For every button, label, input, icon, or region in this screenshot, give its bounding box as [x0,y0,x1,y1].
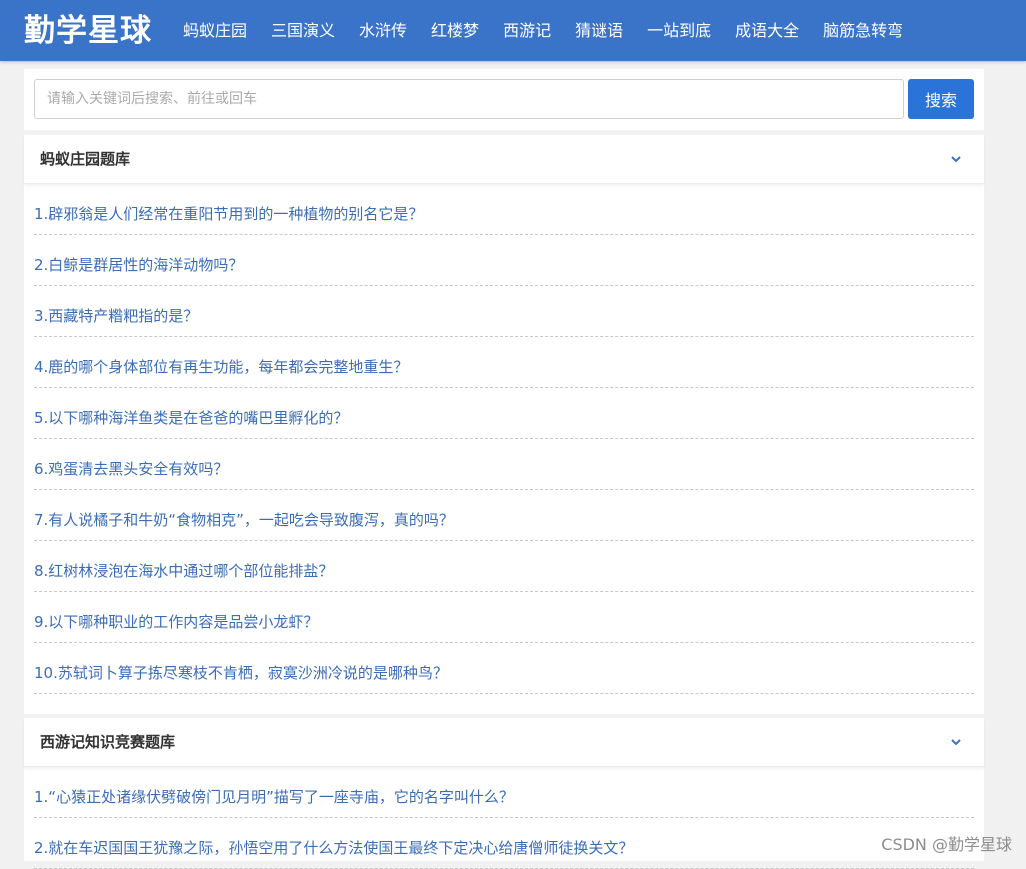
main-nav: 蚂蚁庄园 三国演义 水浒传 红楼梦 西游记 猜谜语 一站到底 成语大全 脑筋急转… [171,0,915,61]
section-header[interactable]: 蚂蚁庄园题库 [24,135,984,184]
question-link[interactable]: 8.红树林浸泡在海水中通过哪个部位能排盐？ [34,560,333,581]
nav-link-brain-teasers[interactable]: 脑筋急转弯 [811,0,915,61]
csdn-watermark: CSDN @勤学星球 [881,835,1012,854]
nav-link-ant-farm[interactable]: 蚂蚁庄园 [171,0,259,61]
nav-link-journey-west[interactable]: 西游记 [491,0,563,61]
question-link[interactable]: 4.鹿的哪个身体部位有再生功能，每年都会完整地重生？ [34,356,408,377]
section-footer-space [24,694,984,714]
list-item: 1.“心猿正处诸缘伏劈破傍门见月明”描写了一座寺庙，它的名字叫什么？ [34,767,974,818]
list-item: 10.苏轼词卜算子拣尽寒枝不肯栖，寂寞沙洲冷说的是哪种鸟？ [34,643,974,694]
list-item: 7.有人说橘子和牛奶“食物相克”，一起吃会导致腹泻，真的吗？ [34,490,974,541]
question-list: 1.辟邪翁是人们经常在重阳节用到的一种植物的别名它是？ 2.白鲸是群居性的海洋动… [24,184,984,694]
list-item: 8.红树林浸泡在海水中通过哪个部位能排盐？ [34,541,974,592]
list-item: 3.西藏特产糌粑指的是？ [34,286,974,337]
nav-link-idioms[interactable]: 成语大全 [723,0,811,61]
section-ant-farm: 蚂蚁庄园题库 1.辟邪翁是人们经常在重阳节用到的一种植物的别名它是？ 2.白鲸是… [24,135,984,714]
search-panel: 搜索 [24,69,984,130]
nav-link-red-chamber[interactable]: 红楼梦 [419,0,491,61]
list-item: 9.以下哪种职业的工作内容是品尝小龙虾？ [34,592,974,643]
nav-link-riddles[interactable]: 猜谜语 [563,0,635,61]
list-item: 2.就在车迟国国王犹豫之际，孙悟空用了什么方法使国王最终下定决心给唐僧师徒换关文… [34,818,974,869]
search-input[interactable] [34,79,904,119]
list-item: 2.白鲸是群居性的海洋动物吗？ [34,235,974,286]
nav-link-three-kingdoms[interactable]: 三国演义 [259,0,347,61]
site-logo[interactable]: 勤学星球 [24,11,152,51]
section-header[interactable]: 西游记知识竞赛题库 [24,718,984,767]
top-navbar: 勤学星球 蚂蚁庄园 三国演义 水浒传 红楼梦 西游记 猜谜语 一站到底 成语大全… [0,0,1026,61]
chevron-down-icon[interactable] [950,153,962,165]
nav-link-one-stop[interactable]: 一站到底 [635,0,723,61]
section-title: 蚂蚁庄园题库 [40,150,131,168]
question-link[interactable]: 7.有人说橘子和牛奶“食物相克”，一起吃会导致腹泻，真的吗？ [34,509,454,530]
list-item: 5.以下哪种海洋鱼类是在爸爸的嘴巴里孵化的？ [34,388,974,439]
question-list: 1.“心猿正处诸缘伏劈破傍门见月明”描写了一座寺庙，它的名字叫什么？ 2.就在车… [24,767,984,869]
question-link[interactable]: 1.“心猿正处诸缘伏劈破傍门见月明”描写了一座寺庙，它的名字叫什么？ [34,786,514,807]
question-link[interactable]: 5.以下哪种海洋鱼类是在爸爸的嘴巴里孵化的？ [34,407,348,428]
question-link[interactable]: 2.白鲸是群居性的海洋动物吗？ [34,254,243,275]
nav-link-water-margin[interactable]: 水浒传 [347,0,419,61]
chevron-down-icon[interactable] [950,736,962,748]
list-item: 4.鹿的哪个身体部位有再生功能，每年都会完整地重生？ [34,337,974,388]
section-title: 西游记知识竞赛题库 [40,733,176,751]
question-link[interactable]: 6.鸡蛋清去黑头安全有效吗？ [34,458,228,479]
list-item: 1.辟邪翁是人们经常在重阳节用到的一种植物的别名它是？ [34,184,974,235]
question-link[interactable]: 10.苏轼词卜算子拣尽寒枝不肯栖，寂寞沙洲冷说的是哪种鸟？ [34,662,448,683]
question-link[interactable]: 1.辟邪翁是人们经常在重阳节用到的一种植物的别名它是？ [34,203,423,224]
list-item: 6.鸡蛋清去黑头安全有效吗？ [34,439,974,490]
question-link[interactable]: 9.以下哪种职业的工作内容是品尝小龙虾？ [34,611,318,632]
section-journey-west: 西游记知识竞赛题库 1.“心猿正处诸缘伏劈破傍门见月明”描写了一座寺庙，它的名字… [24,718,984,869]
question-link[interactable]: 3.西藏特产糌粑指的是？ [34,305,198,326]
search-button[interactable]: 搜索 [908,79,974,119]
question-link[interactable]: 2.就在车迟国国王犹豫之际，孙悟空用了什么方法使国王最终下定决心给唐僧师徒换关文… [34,837,633,858]
